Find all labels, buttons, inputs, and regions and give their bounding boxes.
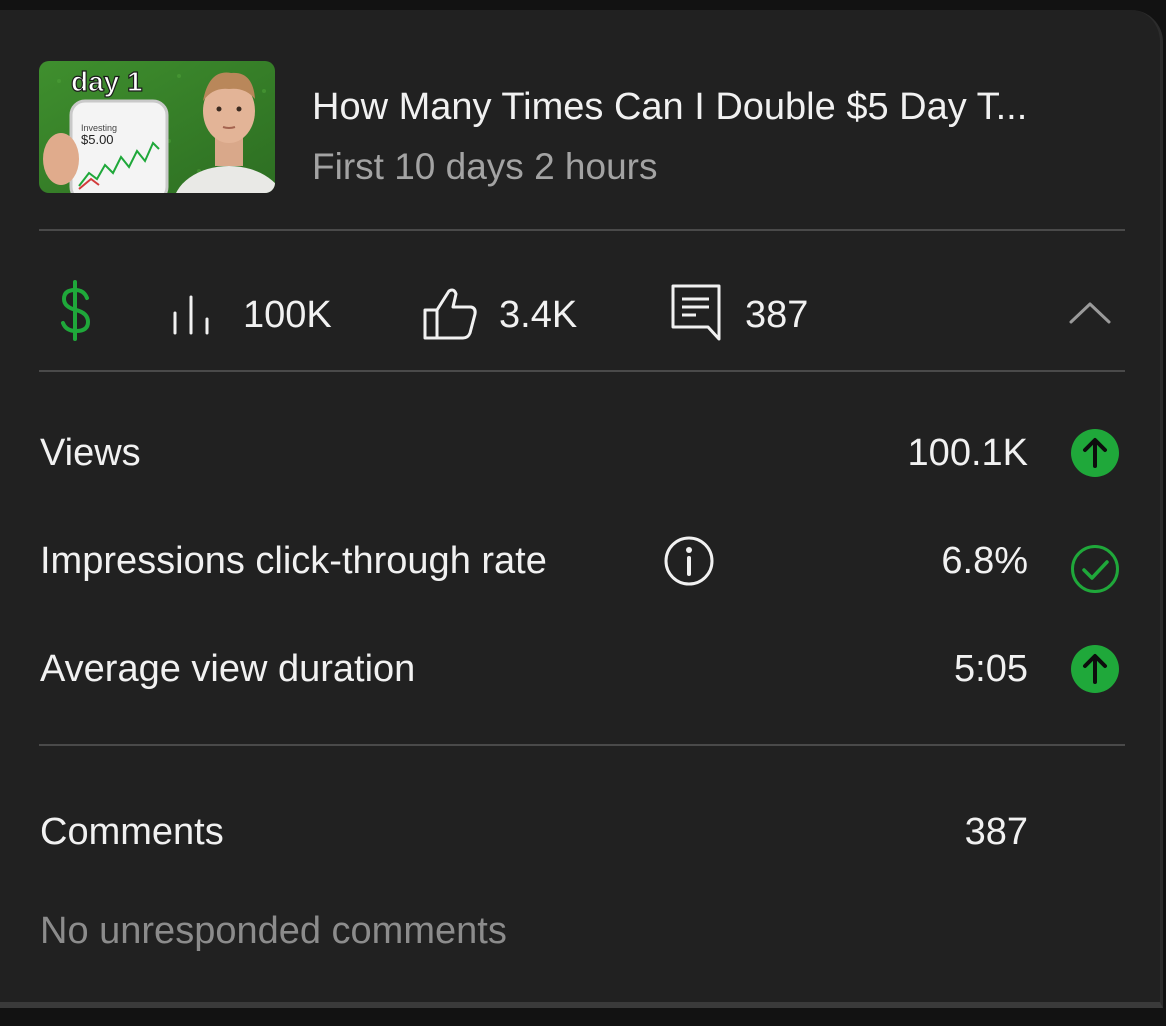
video-title[interactable]: How Many Times Can I Double $5 Day T...: [312, 82, 1127, 132]
up-arrow-icon: [1071, 645, 1119, 693]
comment-icon[interactable]: [670, 283, 722, 343]
divider: [39, 370, 1125, 372]
chevron-up-icon[interactable]: [1068, 300, 1112, 326]
info-icon[interactable]: [663, 535, 715, 587]
check-circle-icon: [1071, 545, 1119, 593]
divider: [39, 744, 1125, 746]
metric-label-avg-duration: Average view duration: [40, 648, 416, 690]
likes-count: 3.4K: [499, 294, 578, 336]
metric-label-views: Views: [40, 432, 141, 474]
metric-value-ctr: 6.8%: [941, 540, 1028, 582]
thumbnail-phone-amount: $5.00: [81, 132, 114, 147]
comments-section-count: 387: [964, 811, 1028, 853]
video-analytics-card: Investing $5.00 day 1 How Many Times Can…: [0, 10, 1163, 1008]
divider: [39, 229, 1125, 231]
comments-status-note: No unresponded comments: [40, 910, 507, 952]
views-bar-chart-icon: [173, 295, 209, 335]
comments-section-label[interactable]: Comments: [40, 807, 224, 857]
thumbnail-image: Investing $5.00 day 1: [39, 61, 275, 193]
video-subtitle: First 10 days 2 hours: [312, 146, 658, 187]
views-count: 100K: [243, 294, 332, 336]
thumbnail-badge: day 1: [71, 66, 143, 97]
dollar-icon[interactable]: [54, 280, 98, 344]
video-thumbnail[interactable]: Investing $5.00 day 1: [39, 61, 275, 193]
thumbs-up-icon[interactable]: [421, 286, 479, 342]
metric-value-views: 100.1K: [907, 432, 1028, 474]
metric-label-ctr: Impressions click-through rate: [40, 540, 547, 582]
up-arrow-icon: [1071, 429, 1119, 477]
comments-count: 387: [745, 294, 809, 336]
metric-value-avg-duration: 5:05: [954, 648, 1028, 690]
